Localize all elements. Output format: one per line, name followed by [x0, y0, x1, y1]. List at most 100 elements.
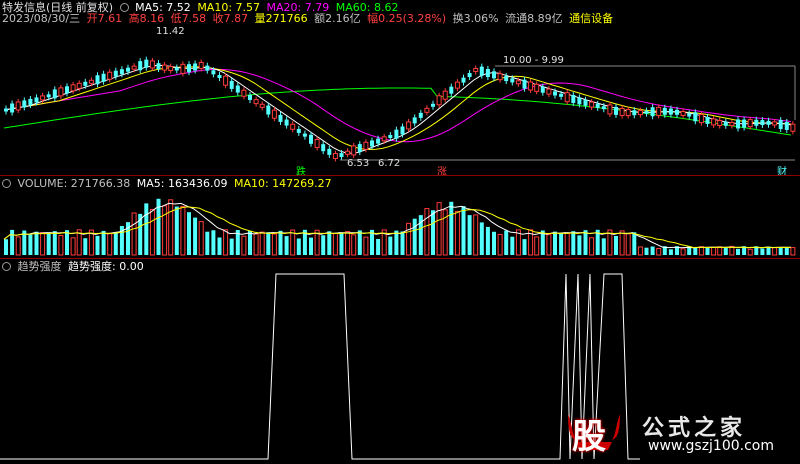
volume-settings-icon[interactable]	[2, 179, 11, 188]
volume-bar	[180, 205, 186, 256]
candle-body	[193, 63, 198, 71]
volume-bar	[229, 238, 234, 255]
candle-body	[119, 69, 124, 75]
candle-body	[595, 103, 600, 108]
candle-body	[149, 60, 155, 69]
volume-bar	[101, 230, 106, 255]
volume-bar	[625, 233, 631, 256]
volume-bar	[131, 212, 137, 256]
candle-body	[253, 99, 259, 105]
volume-bar	[193, 217, 198, 255]
volume-bar	[357, 230, 362, 255]
volume-bar	[40, 232, 46, 256]
candle-body	[772, 121, 778, 126]
candle-body	[126, 67, 130, 72]
candle-body	[479, 66, 484, 76]
volume-bar	[95, 235, 100, 255]
candle-body	[467, 73, 472, 78]
volume-bar	[4, 239, 8, 255]
volume-bar	[52, 231, 57, 255]
candle-body	[736, 119, 740, 129]
candle-body	[650, 107, 655, 117]
volume-bar	[492, 231, 496, 255]
candle-body	[717, 120, 723, 127]
candle-body	[314, 138, 320, 148]
indicator-value: 趋势强度: 0.00	[68, 260, 144, 273]
volume-bar	[449, 201, 454, 255]
candle-body	[248, 94, 252, 100]
candle-body	[687, 113, 692, 117]
candle-body	[241, 89, 247, 97]
volume-bar	[778, 246, 783, 255]
candle-body	[34, 97, 39, 103]
volume-bar	[149, 208, 155, 256]
volume-bar	[577, 235, 582, 255]
candle-body	[601, 106, 606, 110]
candle-body	[729, 122, 735, 127]
volume-bar	[34, 231, 39, 255]
candle-body	[540, 86, 545, 93]
candle-body	[637, 110, 643, 116]
candle-body	[625, 109, 631, 117]
low-price-mark-b: 6.72	[378, 158, 401, 169]
volume-bar	[711, 246, 717, 256]
candle-body	[424, 107, 430, 113]
candle-body	[515, 80, 521, 85]
volume-bar	[601, 238, 606, 255]
candle-body	[46, 94, 51, 98]
candle-body	[138, 61, 143, 71]
volume-bar	[534, 236, 540, 256]
candle-body	[290, 123, 296, 130]
candle-body	[15, 101, 21, 111]
indicator-settings-icon[interactable]	[2, 262, 11, 271]
volume-bar	[241, 235, 247, 256]
volume-bar	[363, 236, 369, 256]
candle-body	[278, 114, 283, 122]
candle-body	[485, 68, 490, 77]
candle-body	[693, 112, 698, 122]
low-price-mark-a: 6.53	[347, 158, 370, 169]
volume-bar	[28, 234, 33, 255]
volume-bar	[376, 238, 381, 255]
volume-bar	[321, 235, 326, 255]
candle-body	[223, 75, 229, 86]
volume-bar	[705, 247, 710, 255]
candle-body	[345, 150, 351, 155]
candle-body	[454, 81, 460, 89]
candle-body	[52, 89, 57, 99]
trend-strength-line	[0, 273, 640, 460]
indicator-name: 趋势强度	[17, 260, 62, 273]
volume-bar	[473, 214, 479, 256]
candle-body	[101, 73, 106, 82]
candle-body	[675, 109, 679, 115]
candle-body	[229, 80, 234, 89]
volume-bar	[351, 234, 357, 256]
volume-bar	[412, 218, 417, 255]
volume-bar	[454, 210, 460, 256]
volume-bar	[589, 237, 595, 256]
indicator-header: 趋势强度 趋势强度: 0.00	[2, 260, 147, 273]
candle-body	[162, 64, 168, 71]
candle-body	[607, 104, 613, 115]
volume-bar	[174, 206, 179, 255]
volume-bar	[461, 206, 466, 255]
watermark-logo-char: 股	[572, 417, 606, 457]
volume-bar	[784, 247, 789, 255]
candle-body	[564, 92, 570, 103]
candle-body	[406, 121, 412, 130]
candle-body	[614, 106, 618, 115]
watermark-url[interactable]: www.gszj100.com	[648, 438, 774, 454]
kline-chart[interactable]	[0, 0, 800, 464]
candle-body	[546, 88, 552, 95]
volume-bar	[168, 199, 174, 256]
candle-body	[583, 99, 588, 106]
range-price-mark: 10.00 - 9.99	[503, 55, 564, 66]
candle-body	[381, 136, 387, 142]
volume-bar	[632, 232, 637, 255]
volume-bar	[650, 246, 655, 255]
volume-ma10: MA10: 147269.27	[233, 177, 332, 190]
candle-body	[553, 91, 557, 96]
candle-body	[497, 73, 503, 81]
candle-body	[559, 93, 564, 97]
candle-body	[327, 148, 332, 155]
